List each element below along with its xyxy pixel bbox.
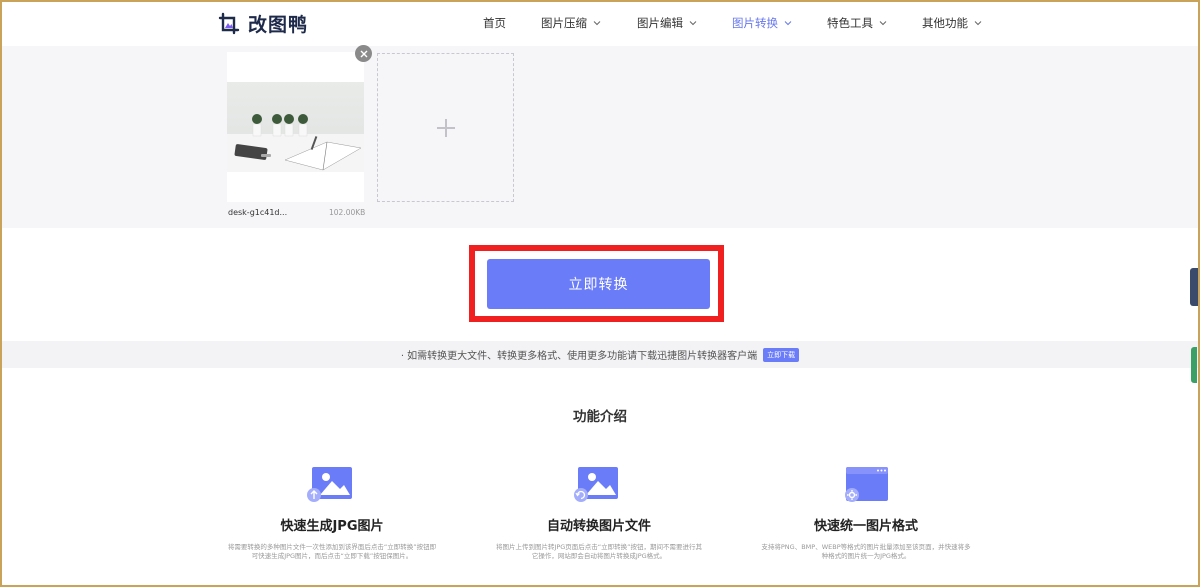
chevron-down-icon xyxy=(974,21,982,26)
feature-title: 快速统一图片格式 xyxy=(813,519,918,534)
features-title: 功能介绍 xyxy=(573,409,627,425)
feature-description: 将图片上传到图片转JPG页面后点击“立即转换”按钮，期间不需要进行其它操作，网站… xyxy=(495,543,703,560)
brand-name: 改图鸭 xyxy=(248,14,309,36)
image-upload-icon xyxy=(307,467,352,502)
nav-special-tools[interactable]: 特色工具 xyxy=(827,15,887,31)
uploaded-file-card[interactable] xyxy=(227,52,364,202)
plus-icon xyxy=(436,118,455,137)
notice-text: · 如需转换更大文件、转换更多格式、使用更多功能请下载迅捷图片转换器客户端 xyxy=(400,351,758,362)
nav-label: 首页 xyxy=(483,16,506,30)
chevron-down-icon xyxy=(689,21,697,26)
feature-description: 支持将PNG、BMP、WEBP等格式的图片批量添加至该页面，并快速将多种格式的图… xyxy=(761,543,971,560)
side-float-tab[interactable] xyxy=(1190,268,1198,306)
logo-icon xyxy=(218,12,240,34)
image-thumbnail xyxy=(227,82,364,172)
file-size: 102.00KB xyxy=(329,208,366,217)
feature-title: 自动转换图片文件 xyxy=(546,519,651,534)
chevron-down-icon xyxy=(879,21,887,26)
download-now-link[interactable]: 立即下载 xyxy=(763,347,800,362)
nav-label: 图片压缩 xyxy=(541,16,587,30)
nav-label: 图片编辑 xyxy=(637,16,683,30)
nav-label: 特色工具 xyxy=(827,16,873,30)
nav-image-compress[interactable]: 图片压缩 xyxy=(541,15,601,31)
add-file-button[interactable] xyxy=(377,53,514,202)
top-header: 改图鸭 首页 图片压缩 图片编辑 图片转换 特色工具 其他功能 xyxy=(0,0,1200,46)
close-icon xyxy=(360,50,367,57)
nav-image-edit[interactable]: 图片编辑 xyxy=(637,15,697,31)
image-refresh-icon xyxy=(574,467,618,502)
nav-label: 其他功能 xyxy=(922,16,968,30)
chevron-down-icon xyxy=(593,21,601,26)
upload-area xyxy=(0,46,1200,228)
brand-logo[interactable]: 改图鸭 xyxy=(218,10,308,37)
notice-bar: · 如需转换更大文件、转换更多格式、使用更多功能请下载迅捷图片转换器客户端 立即… xyxy=(0,341,1200,368)
nav-image-convert[interactable]: 图片转换 xyxy=(732,15,792,31)
browser-settings-icon xyxy=(845,467,888,502)
nav-home[interactable]: 首页 xyxy=(483,15,506,31)
feature-description: 将需要转换的多种图片文件一次性添加到该界面后点击“立即转换”按钮即可快速生成JP… xyxy=(227,543,437,560)
file-name: desk-g1c41d... xyxy=(228,208,288,217)
feature-title: 快速生成JPG图片 xyxy=(280,519,384,534)
chevron-down-icon xyxy=(784,21,792,26)
side-float-tab[interactable] xyxy=(1191,347,1197,383)
nav-label: 图片转换 xyxy=(732,16,778,30)
convert-now-button[interactable]: 立即转换 xyxy=(487,259,710,309)
remove-file-button[interactable] xyxy=(355,45,372,62)
nav-other-functions[interactable]: 其他功能 xyxy=(922,15,982,31)
